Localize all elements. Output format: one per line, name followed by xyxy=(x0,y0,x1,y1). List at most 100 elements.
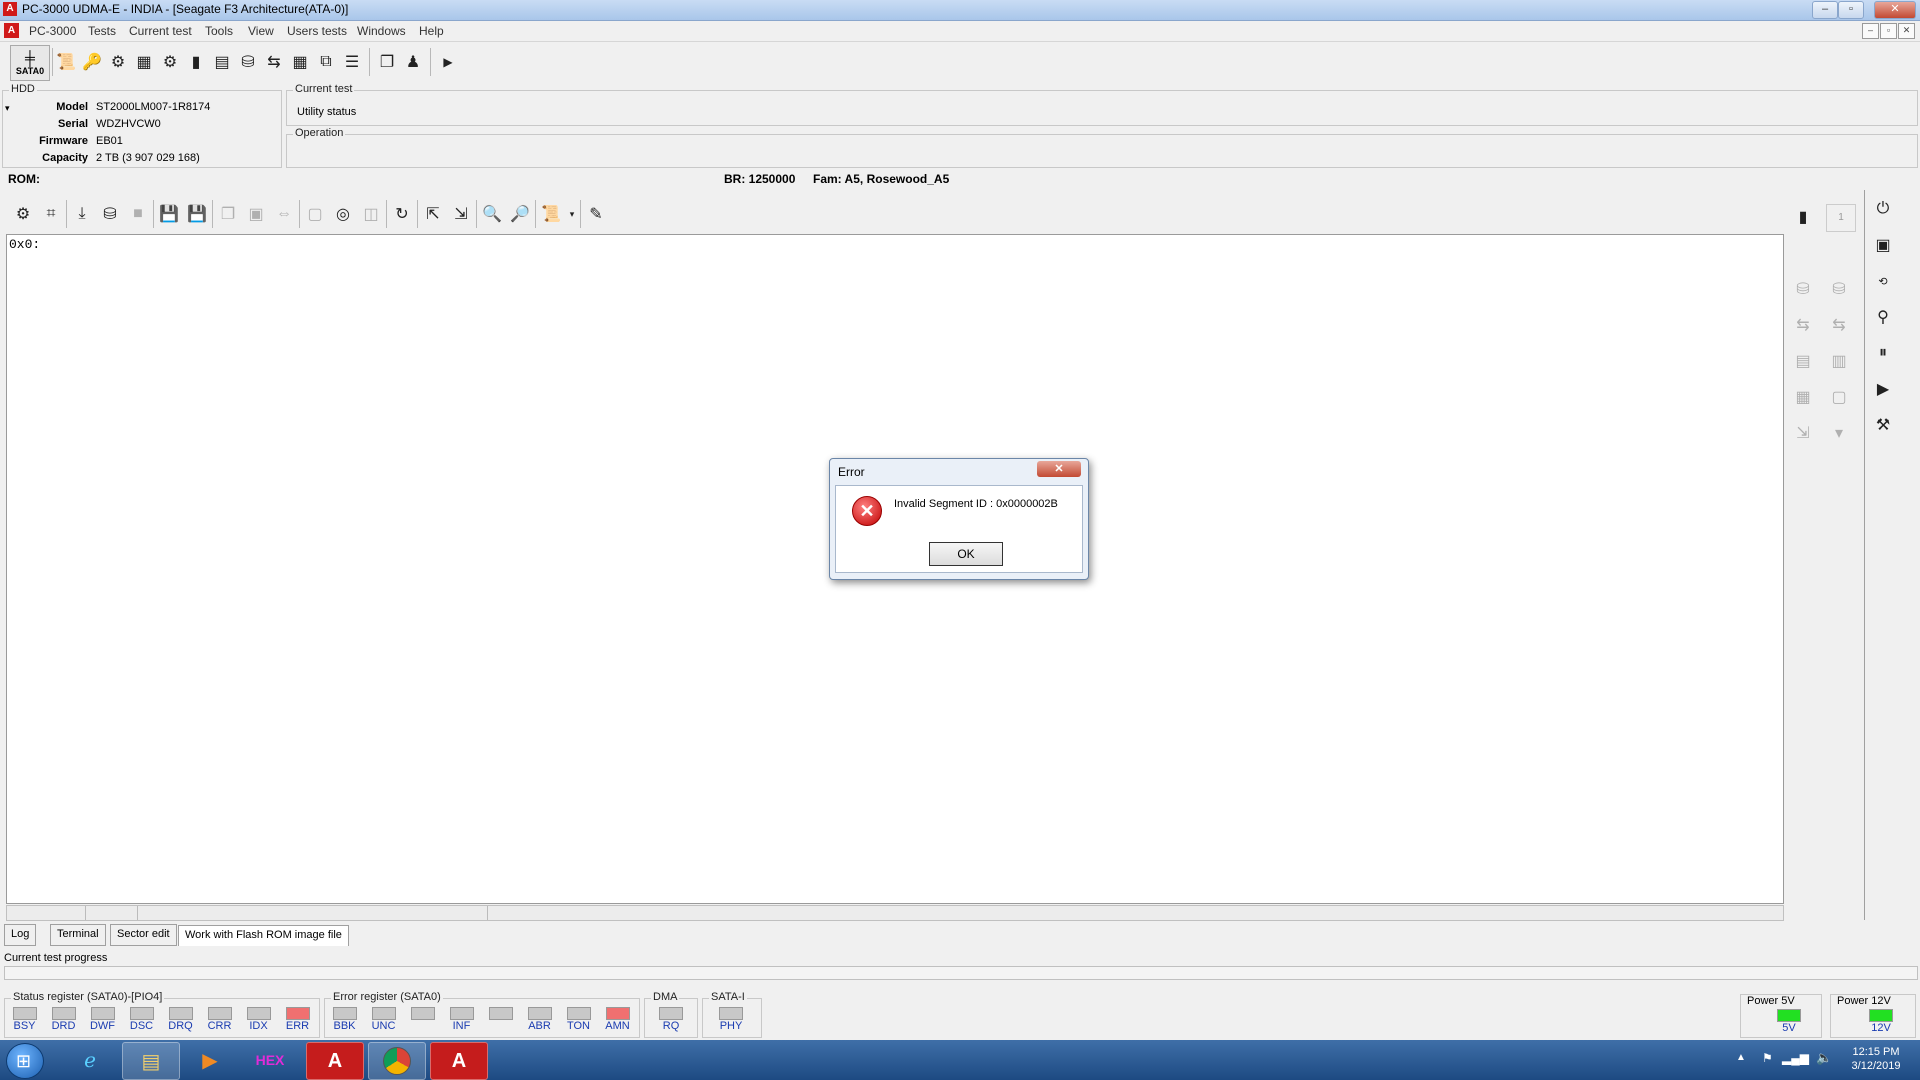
flag-icon[interactable]: ⚑ xyxy=(1762,1051,1773,1065)
error-register-group: Error register (SATA0) BBK UNC INF ABR T… xyxy=(324,991,640,1038)
reset-icon[interactable]: ⟲ xyxy=(1870,268,1896,294)
transfer-alt-icon[interactable]: ⇆ xyxy=(1826,312,1852,338)
page-icon[interactable]: ▢ xyxy=(1826,384,1852,410)
chip-icon[interactable]: ▮ xyxy=(1790,204,1816,230)
key-icon[interactable]: 🔑 xyxy=(79,49,105,75)
pc3000-second-icon[interactable]: A xyxy=(430,1042,488,1080)
run-arrow-icon[interactable]: ▶ xyxy=(435,49,461,75)
open-config-icon[interactable]: ⚙ xyxy=(10,201,36,227)
disk-icon[interactable]: ⛁ xyxy=(235,49,261,75)
drive-settings-icon[interactable]: ⚙ xyxy=(105,49,131,75)
file-explorer-icon[interactable]: ▤ xyxy=(122,1042,180,1080)
hex-editor-icon[interactable]: HEX xyxy=(242,1042,298,1078)
maximize-button[interactable]: ▫ xyxy=(1838,1,1864,19)
gear-icon[interactable]: ⚙ xyxy=(157,49,183,75)
probe-icon[interactable]: ⚲ xyxy=(1870,304,1896,330)
close-button[interactable]: ✕ xyxy=(1874,1,1916,19)
operation-group: Operation xyxy=(286,127,1918,168)
bit-blank1 xyxy=(403,1007,442,1032)
menu-users-tests[interactable]: Users tests xyxy=(287,24,347,38)
find-next-icon[interactable]: 🔎 xyxy=(507,201,533,227)
windows-icon[interactable]: ❐ xyxy=(374,49,400,75)
new-page-icon[interactable]: ▢ xyxy=(302,201,328,227)
bit-crr: CRR xyxy=(200,1007,239,1032)
scroll-icon[interactable]: 📜 xyxy=(53,49,79,75)
module-disabled-icon[interactable]: ◫ xyxy=(358,201,384,227)
import-module-icon[interactable]: ⇲ xyxy=(1790,420,1816,446)
module-table-icon[interactable]: ▦ xyxy=(1790,384,1816,410)
save-as-icon[interactable]: 💾 xyxy=(184,201,210,227)
tab-flash-rom-image[interactable]: Work with Flash ROM image file xyxy=(178,925,349,946)
refresh-icon[interactable]: ↻ xyxy=(389,201,415,227)
tab-terminal[interactable]: Terminal xyxy=(50,924,106,946)
phy-indicator xyxy=(719,1007,743,1020)
network-icon[interactable]: ⧉ xyxy=(313,49,339,75)
transfer-icon[interactable]: ⇆ xyxy=(261,49,287,75)
transfer-icon[interactable]: ⇆ xyxy=(1790,312,1816,338)
document-icon[interactable]: ▤ xyxy=(1790,348,1816,374)
script-icon[interactable]: 📜 xyxy=(538,201,564,227)
ok-button[interactable]: OK xyxy=(929,542,1003,566)
sata0-port-button[interactable]: ╪ SATA0 xyxy=(10,45,50,81)
start-button[interactable]: ⊞ xyxy=(6,1043,44,1079)
notepad-icon[interactable]: ✎ xyxy=(583,201,609,227)
stop-icon[interactable]: ■ xyxy=(125,201,151,227)
tab-log[interactable]: Log xyxy=(4,924,37,946)
table-icon[interactable]: ▦ xyxy=(287,49,313,75)
save-icon[interactable]: 💾 xyxy=(156,201,182,227)
board-icon[interactable]: ▣ xyxy=(1870,232,1896,258)
pause-icon[interactable]: ⏸ xyxy=(1870,340,1896,366)
menu-windows[interactable]: Windows xyxy=(357,24,406,38)
power-switch-icon[interactable]: ⏻ xyxy=(1870,196,1896,222)
list-icon[interactable]: ☰ xyxy=(339,49,365,75)
module-icon[interactable]: ◎ xyxy=(330,201,356,227)
compare-icon[interactable]: ⇔ xyxy=(271,201,297,227)
menu-current-test[interactable]: Current test xyxy=(129,24,192,38)
internet-explorer-icon[interactable]: ℯ xyxy=(62,1042,118,1078)
pc3000-icon[interactable]: A xyxy=(306,1042,364,1080)
sector-grid-icon[interactable]: ▦ xyxy=(131,49,157,75)
import-icon[interactable]: ⇲ xyxy=(448,201,474,227)
media-player-icon[interactable]: ▶ xyxy=(182,1042,238,1078)
volume-icon[interactable]: 🔈 xyxy=(1816,1050,1832,1066)
disk-read-icon[interactable]: ⛁ xyxy=(1790,276,1816,302)
menu-help[interactable]: Help xyxy=(419,24,444,38)
mdi-restore-button[interactable]: ▫ xyxy=(1880,23,1897,39)
mdi-minimize-button[interactable]: – xyxy=(1862,23,1879,39)
menu-view[interactable]: View xyxy=(248,24,274,38)
menu-tests[interactable]: Tests xyxy=(88,24,116,38)
ton-indicator xyxy=(566,1007,591,1020)
play-port-icon[interactable]: ▶ xyxy=(1870,376,1896,402)
chart-icon[interactable]: ▥ xyxy=(1826,348,1852,374)
export-icon[interactable]: ⇱ xyxy=(420,201,446,227)
port-icon: ╪ xyxy=(25,50,35,66)
tab-sector-edit[interactable]: Sector edit xyxy=(110,924,177,946)
bit-err: ERR xyxy=(278,1007,317,1032)
dropdown-icon[interactable]: ▾ xyxy=(1826,420,1852,446)
menu-tools[interactable]: Tools xyxy=(205,24,233,38)
dropdown-arrow-icon[interactable]: ▾ xyxy=(566,201,578,227)
copy-icon[interactable]: ❐ xyxy=(215,201,241,227)
bit-dsc: DSC xyxy=(122,1007,161,1032)
disk-write-icon[interactable]: ⛁ xyxy=(1826,276,1852,302)
dialog-close-button[interactable]: ✕ xyxy=(1037,461,1081,477)
user-icon[interactable]: ♟ xyxy=(400,49,426,75)
mdi-app-icon[interactable]: A xyxy=(4,23,19,38)
chip-icon[interactable]: ▮ xyxy=(183,49,209,75)
chrome-icon[interactable] xyxy=(368,1042,426,1080)
app-icon[interactable]: A xyxy=(3,2,17,16)
document-chip-icon[interactable]: ▤ xyxy=(209,49,235,75)
tray-expand-icon[interactable]: ▲ xyxy=(1736,1052,1746,1063)
minimize-button[interactable]: – xyxy=(1812,1,1838,19)
clock[interactable]: 12:15 PM 3/12/2019 xyxy=(1836,1045,1916,1073)
mdi-close-button[interactable]: ✕ xyxy=(1898,23,1915,39)
tools-icon[interactable]: ⚒ xyxy=(1870,412,1896,438)
find-icon[interactable]: 🔍 xyxy=(479,201,505,227)
paste-icon[interactable]: ▣ xyxy=(243,201,269,227)
counter-field[interactable]: 1 xyxy=(1826,204,1856,232)
menu-pc3000[interactable]: PC-3000 xyxy=(29,24,76,38)
network-signal-icon[interactable]: ▂▄▆ xyxy=(1782,1051,1809,1065)
grid-select-icon[interactable]: ⌗ xyxy=(38,201,64,227)
read-rom-icon[interactable]: ⤓ xyxy=(69,201,95,227)
disk-read-icon[interactable]: ⛁ xyxy=(97,201,123,227)
